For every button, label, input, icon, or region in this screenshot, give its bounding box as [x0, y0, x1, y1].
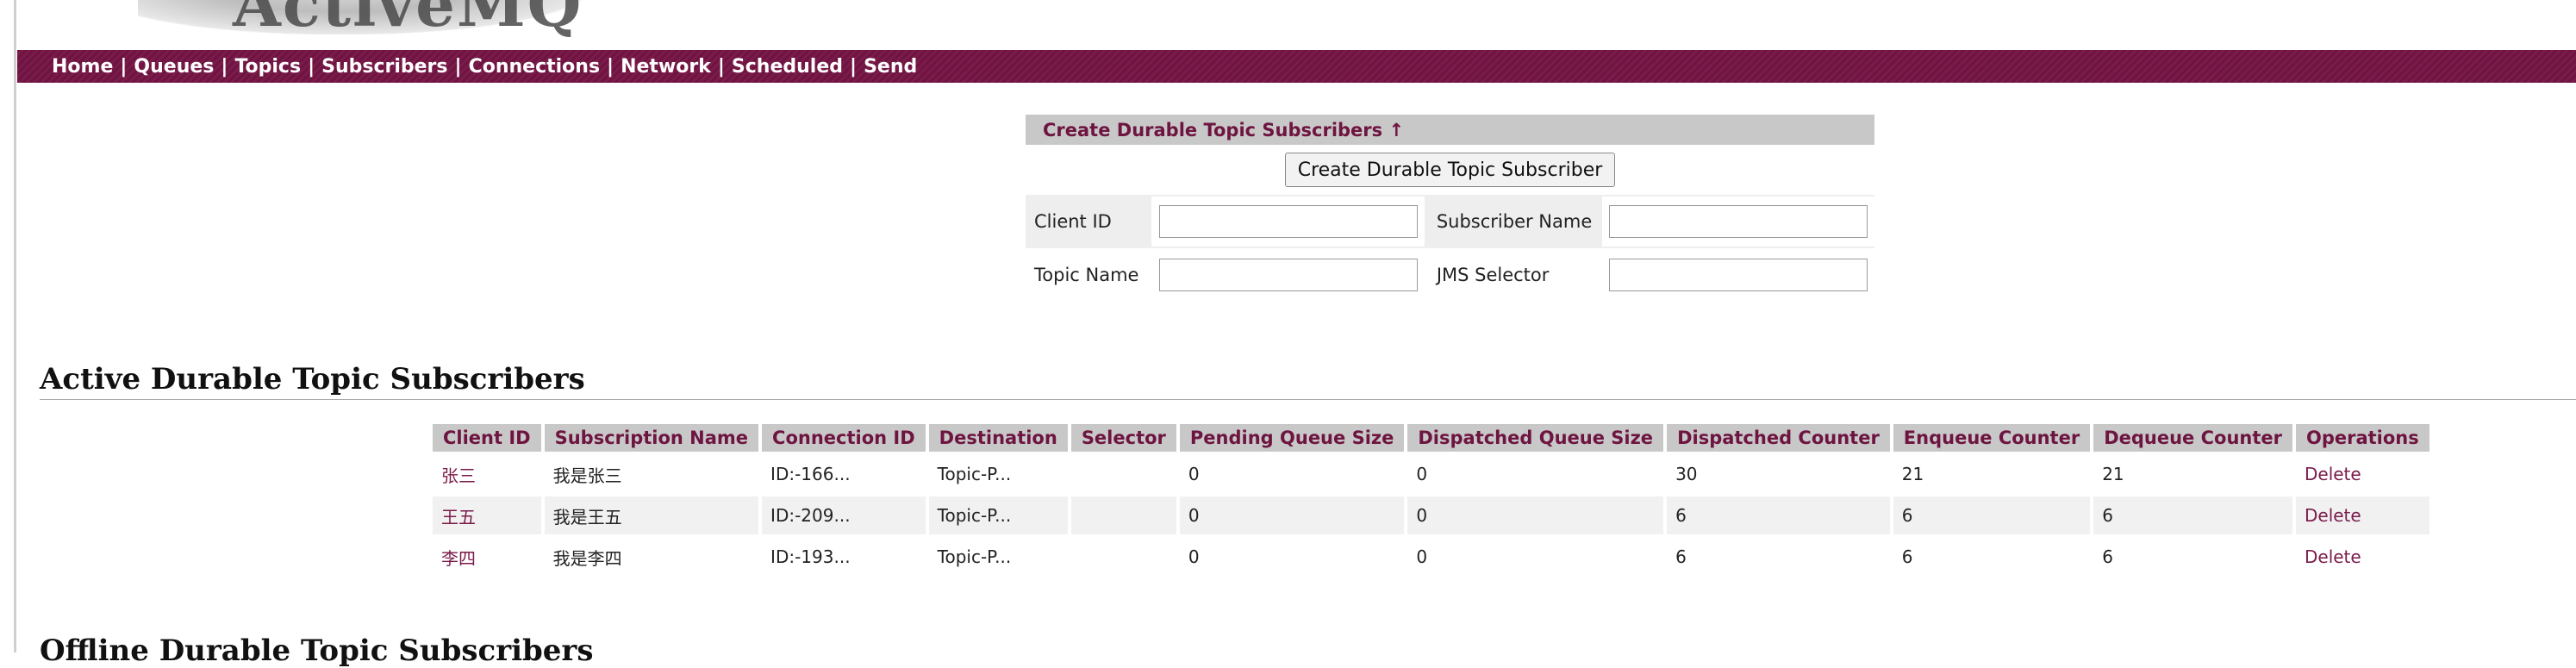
table-row: 李四 我是李四 ID:-193... Topic-P... 0 0 6 6 6 … — [433, 538, 2429, 576]
page-left-border — [14, 0, 16, 652]
selector-cell — [1071, 455, 1176, 493]
subscriber-name-input[interactable] — [1608, 205, 1868, 238]
nav-separator: | — [454, 55, 462, 78]
table-header-row: Client ID Subscription Name Connection I… — [433, 424, 2429, 452]
nav-queues[interactable]: Queues — [134, 56, 214, 78]
nav-separator: | — [850, 55, 858, 78]
dispatched-queue-size-cell: 0 — [1416, 464, 1428, 484]
col-dispatched-counter[interactable]: Dispatched Counter — [1667, 424, 1890, 452]
form-row-ids: Client ID Subscriber Name — [1026, 195, 1874, 248]
delete-link[interactable]: Delete — [2305, 505, 2361, 526]
enqueue-counter-cell: 21 — [1901, 464, 1924, 484]
dispatched-counter-cell: 6 — [1667, 496, 1890, 534]
nav-home[interactable]: Home — [52, 56, 113, 78]
col-connection-id[interactable]: Connection ID — [762, 424, 926, 452]
nav-separator: | — [221, 55, 228, 78]
nav-separator: | — [308, 55, 315, 78]
dispatched-queue-size-cell: 0 — [1416, 546, 1428, 567]
form-header[interactable]: Create Durable Topic Subscribers ↑ — [1026, 115, 1874, 145]
nav-topics[interactable]: Topics — [234, 56, 301, 78]
enqueue-counter-cell: 6 — [1893, 496, 2091, 534]
destination-cell: Topic-P... — [937, 464, 1012, 484]
activemq-logo: ActiveMQ — [138, 0, 689, 41]
col-dispatched-queue-size[interactable]: Dispatched Queue Size — [1407, 424, 1664, 452]
subscription-name-cell: 我是张三 — [552, 465, 622, 486]
create-subscriber-form: Create Durable Topic Subscribers ↑ Creat… — [1026, 115, 1874, 302]
destination-cell: Topic-P... — [928, 496, 1068, 534]
connection-id-cell: ID:-193... — [770, 546, 851, 567]
dequeue-counter-cell: 6 — [2093, 496, 2292, 534]
table-row: 王五 我是王五 ID:-209... Topic-P... 0 0 6 6 6 … — [433, 496, 2429, 534]
pending-queue-size-cell: 0 — [1188, 464, 1200, 484]
subscription-name-cell: 我是李四 — [552, 547, 622, 569]
destination-cell: Topic-P... — [937, 546, 1012, 567]
form-row-topic: Topic Name JMS Selector — [1026, 248, 1874, 302]
col-subscription-name[interactable]: Subscription Name — [544, 424, 759, 452]
nav-separator: | — [607, 55, 614, 78]
create-subscriber-button[interactable]: Create Durable Topic Subscriber — [1284, 153, 1616, 187]
nav-send[interactable]: Send — [864, 56, 917, 78]
selector-cell — [1070, 496, 1176, 534]
col-client-id[interactable]: Client ID — [433, 424, 541, 452]
pending-queue-size-cell: 0 — [1179, 496, 1405, 534]
col-selector[interactable]: Selector — [1070, 424, 1176, 452]
enqueue-counter-cell: 6 — [1901, 546, 1913, 567]
dequeue-counter-cell: 21 — [2102, 464, 2124, 484]
delete-link[interactable]: Delete — [2305, 464, 2361, 484]
col-dequeue-counter[interactable]: Dequeue Counter — [2093, 424, 2292, 452]
active-subscribers-table: Client ID Subscription Name Connection I… — [429, 421, 2433, 579]
client-id-input[interactable] — [1158, 205, 1418, 238]
selector-cell — [1071, 538, 1176, 576]
dispatched-queue-size-cell: 0 — [1407, 496, 1664, 534]
client-id-label: Client ID — [1034, 211, 1112, 232]
dequeue-counter-cell: 6 — [2102, 546, 2113, 567]
nav-connections[interactable]: Connections — [469, 56, 600, 78]
col-enqueue-counter[interactable]: Enqueue Counter — [1893, 424, 2091, 452]
dispatched-counter-cell: 30 — [1675, 464, 1698, 484]
nav-network[interactable]: Network — [621, 56, 711, 78]
active-subscribers-heading: Active Durable Topic Subscribers — [40, 362, 585, 396]
connection-id-cell: ID:-209... — [762, 496, 926, 534]
client-id-link[interactable]: 王五 — [441, 507, 476, 528]
heading-divider — [40, 399, 2576, 400]
offline-subscribers-heading: Offline Durable Topic Subscribers — [40, 634, 594, 668]
client-id-link[interactable]: 张三 — [441, 465, 476, 486]
connection-id-cell: ID:-166... — [770, 464, 851, 484]
col-destination[interactable]: Destination — [928, 424, 1068, 452]
main-nav: Home | Queues | Topics | Subscribers | Connectio… — [17, 50, 2576, 83]
jms-selector-input[interactable] — [1608, 259, 1868, 291]
logo-wordmark: ActiveMQ — [233, 0, 583, 41]
nav-separator: | — [717, 55, 725, 78]
subscriber-name-label: Subscriber Name — [1436, 211, 1593, 232]
nav-scheduled[interactable]: Scheduled — [732, 56, 843, 78]
jms-selector-label: JMS Selector — [1436, 265, 1550, 285]
subscription-name-cell: 我是王五 — [544, 496, 759, 534]
pending-queue-size-cell: 0 — [1188, 546, 1200, 567]
col-operations: Operations — [2295, 424, 2429, 452]
dispatched-counter-cell: 6 — [1675, 546, 1687, 567]
client-id-link[interactable]: 李四 — [441, 548, 476, 569]
table-row: 张三 我是张三 ID:-166... Topic-P... 0 0 30 21 … — [433, 455, 2429, 493]
topic-name-label: Topic Name — [1034, 265, 1139, 285]
col-pending-queue-size[interactable]: Pending Queue Size — [1179, 424, 1405, 452]
nav-subscribers[interactable]: Subscribers — [321, 56, 447, 78]
delete-link[interactable]: Delete — [2305, 546, 2361, 567]
topic-name-input[interactable] — [1158, 259, 1418, 291]
nav-separator: | — [120, 55, 128, 78]
